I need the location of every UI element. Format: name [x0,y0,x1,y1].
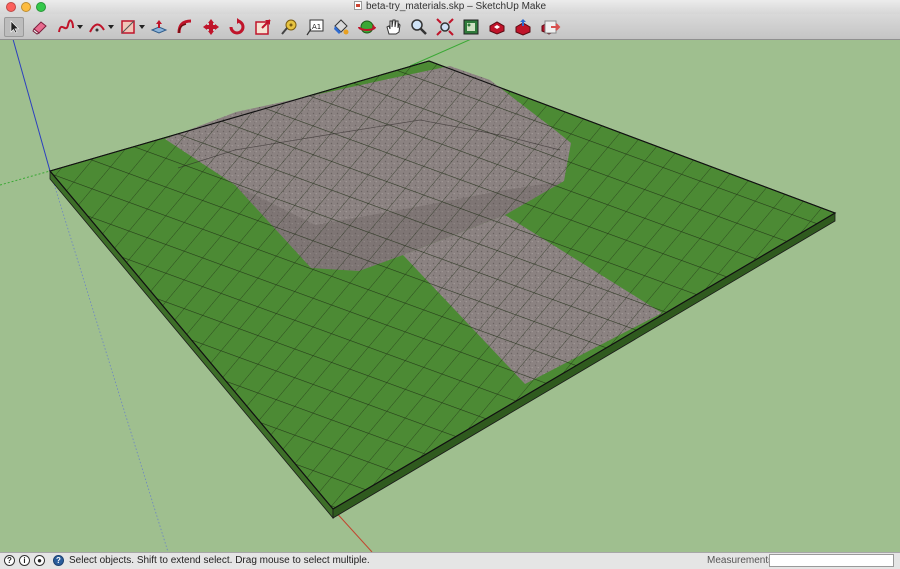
3d-warehouse-icon [489,21,505,35]
document-icon [353,1,362,10]
instructor-help-icon[interactable]: ? [53,555,64,566]
freehand-dropdown-caret[interactable] [77,25,83,29]
push-pull-tool-button[interactable] [149,17,169,37]
magnifier-icon [411,19,427,35]
paint-bucket-tool-button[interactable] [331,17,351,37]
arc-dropdown-caret[interactable] [108,25,114,29]
eraser-tool-button[interactable] [30,17,50,37]
title-bar: beta-try_materials.skp – SketchUp Make [0,0,900,14]
terrain-grid-lines [50,61,835,509]
text-label-icon: A1 [306,19,324,36]
measurements-label: Measurements [707,555,774,566]
rotate-icon [229,18,245,35]
photo-textures-tool-button[interactable] [461,17,481,37]
scale-icon [255,19,271,35]
rectangle-icon [121,20,135,34]
terrain-model-canvas[interactable] [0,40,900,552]
green-axis-dotted [0,170,51,186]
rectangle-tool-button[interactable] [118,17,138,37]
text-tool-button[interactable]: A1 [305,17,325,37]
hand-pan-icon [386,19,401,35]
tape-measure-tool-button[interactable] [279,17,299,37]
sketchup-window: beta-try_materials.skp – SketchUp Make A… [0,0,900,569]
modeling-viewport[interactable] [0,40,900,552]
orbit-tool-button[interactable] [357,17,377,37]
status-message: Select objects. Shift to extend select. … [69,555,370,566]
arrow-cursor-icon [10,20,20,34]
arc-icon [89,23,105,33]
send-to-layout-tool-button[interactable] [542,17,562,37]
move-tool-button[interactable] [201,17,221,37]
window-title: beta-try_materials.skp – SketchUp Make [0,0,900,14]
eraser-icon [32,21,47,35]
zoom-extents-icon [436,18,454,36]
close-button[interactable] [6,2,16,12]
scale-tool-button[interactable] [253,17,273,37]
zoom-tool-button[interactable] [409,17,429,37]
status-bar: ? i ● ? Select objects. Shift to extend … [0,552,900,569]
select-tool-button[interactable] [4,17,24,37]
credits-icon[interactable]: i [19,555,30,566]
measurements-box[interactable] [769,554,894,567]
svg-text:A1: A1 [312,23,321,31]
zoom-extents-tool-button[interactable] [435,17,455,37]
push-pull-icon [150,20,168,34]
blue-axis-line [12,40,51,172]
minimize-button[interactable] [21,2,31,12]
photo-textures-icon [463,19,479,35]
rectangle-dropdown-caret[interactable] [139,25,145,29]
follow-me-icon [177,19,192,34]
tools-toolbar: A1 [0,14,900,40]
tape-measure-icon [281,19,297,35]
move-arrows-icon [203,19,219,35]
pan-tool-button[interactable] [383,17,403,37]
freehand-curve-icon [58,19,74,33]
zoom-button[interactable] [36,2,46,12]
window-title-text: beta-try_materials.skp – SketchUp Make [365,1,547,12]
orbit-icon [358,20,376,34]
user-account-icon[interactable]: ● [34,555,45,566]
freehand-tool-button[interactable] [56,17,76,37]
send-to-layout-icon [544,20,561,34]
paint-bucket-icon [334,19,349,35]
follow-me-tool-button[interactable] [175,17,195,37]
share-model-tool-button[interactable] [513,17,533,37]
rotate-tool-button[interactable] [227,17,247,37]
arc-tool-button[interactable] [87,17,107,37]
3d-warehouse-tool-button[interactable] [487,17,507,37]
share-model-icon [515,19,531,36]
geo-location-icon[interactable]: ? [4,555,15,566]
red-axis-line [332,508,373,552]
